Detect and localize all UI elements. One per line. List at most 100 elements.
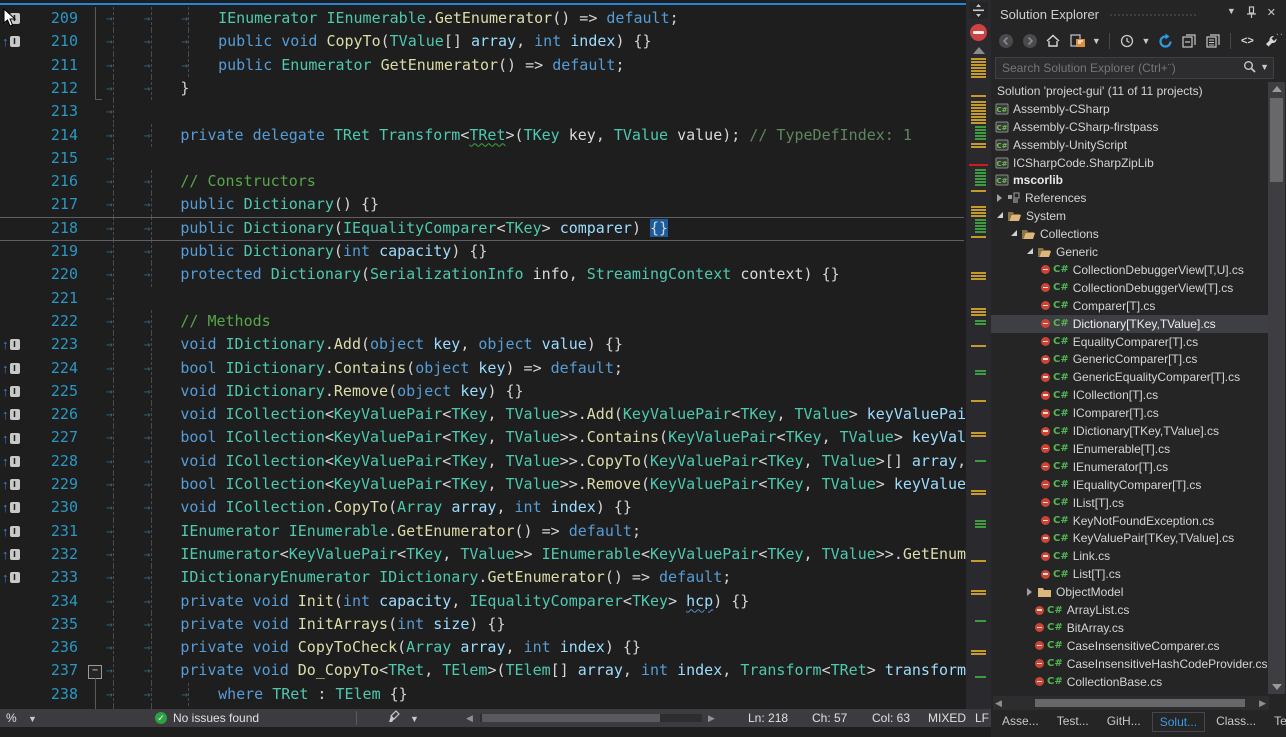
code-line-211[interactable]: 211→→→public Enumerator GetEnumerator() … <box>0 54 966 77</box>
tree-item-iequalitycomparer-t-cs[interactable]: C#IEqualityComparer[T].cs <box>991 476 1268 494</box>
tree-item-list-t-cs[interactable]: C#List[T].cs <box>991 565 1268 583</box>
implements-interface-glyph[interactable]: ↑I <box>2 450 22 473</box>
tree-item-collections[interactable]: Collections <box>991 225 1268 243</box>
tree-item-icomparer-t-cs[interactable]: C#IComparer[T].cs <box>991 404 1268 422</box>
collapsed-arrow-icon[interactable] <box>997 194 1002 202</box>
filter-dropdown-icon[interactable]: ▼ <box>1142 36 1151 46</box>
code-line-224[interactable]: 224→→bool IDictionary.Contains(object ke… <box>0 357 966 380</box>
tree-item-keynotfoundexception-cs[interactable]: C#KeyNotFoundException.cs <box>991 512 1268 530</box>
tool-window-tab-solut[interactable]: Solut... <box>1152 712 1205 732</box>
split-window-handle[interactable] <box>969 2 988 19</box>
code-line-209[interactable]: 209→→→IEnumerator IEnumerable.GetEnumera… <box>0 7 966 30</box>
tree-item-system[interactable]: System <box>991 207 1268 225</box>
code-line-218[interactable]: 218→→public Dictionary(IEqualityComparer… <box>0 217 966 240</box>
code-line-225[interactable]: 225→→void IDictionary.Remove(object key)… <box>0 380 966 403</box>
collapsed-arrow-icon[interactable] <box>1027 588 1032 596</box>
tree-item-ilist-t-cs[interactable]: C#IList[T].cs <box>991 494 1268 512</box>
code-line-217[interactable]: 217→→public Dictionary() {} <box>0 193 966 216</box>
panel-drag-grip[interactable] <box>1109 13 1197 18</box>
implements-interface-glyph[interactable]: ↑I <box>2 520 22 543</box>
expanded-arrow-icon[interactable] <box>1027 248 1033 254</box>
implements-interface-glyph[interactable]: ↑I <box>2 473 22 496</box>
code-line-216[interactable]: 216→→// Constructors <box>0 170 966 193</box>
issues-status-text[interactable]: No issues found <box>173 709 259 727</box>
code-line-220[interactable]: 220→→protected Dictionary(SerializationI… <box>0 263 966 286</box>
search-icon[interactable] <box>1243 60 1256 73</box>
tool-window-tab-gith[interactable]: GitH... <box>1100 712 1148 732</box>
code-line-231[interactable]: 231→→IEnumerator IEnumerable.GetEnumerat… <box>0 520 966 543</box>
tree-item-assembly-unityscript[interactable]: C#Assembly-UnityScript <box>991 136 1268 154</box>
code-line-234[interactable]: 234→→private void Init(int capacity, IEq… <box>0 590 966 613</box>
code-line-213[interactable]: 213→ <box>0 100 966 123</box>
code-line-230[interactable]: 230→→void ICollection.CopyTo(Array array… <box>0 496 966 519</box>
implements-interface-glyph[interactable]: ↑I <box>2 426 22 449</box>
tree-scroll-right-arrow[interactable]: ▶ <box>1259 698 1266 709</box>
tree-hscroll-thumb[interactable] <box>1035 699 1245 707</box>
sync-active-document-icon[interactable] <box>1068 32 1086 50</box>
tree-item-objectmodel[interactable]: ObjectModel <box>991 583 1268 601</box>
code-line-229[interactable]: 229→→bool ICollection<KeyValuePair<TKey,… <box>0 473 966 496</box>
tool-window-tab-asse[interactable]: Asse... <box>995 712 1046 732</box>
code-line-215[interactable]: 215→ <box>0 147 966 170</box>
sync-dropdown-icon[interactable]: ▼ <box>1092 36 1101 46</box>
code-line-219[interactable]: 219→→public Dictionary(int capacity) {} <box>0 240 966 263</box>
code-line-238[interactable]: 238→→→where TRet : TElem {} <box>0 683 966 706</box>
toolbar-overflow-icon[interactable]: .. <box>1276 26 1284 38</box>
expanded-arrow-icon[interactable] <box>997 212 1003 218</box>
tool-window-tab-test[interactable]: Test... <box>1050 712 1096 732</box>
code-lines[interactable]: 209→→→IEnumerator IEnumerable.GetEnumera… <box>0 7 966 729</box>
editor-vertical-scrollbar[interactable] <box>966 0 991 737</box>
status-line-number[interactable]: Ln: 218 <box>748 709 788 727</box>
code-line-228[interactable]: 228→→void ICollection<KeyValuePair<TKey,… <box>0 450 966 473</box>
home-icon[interactable] <box>1044 32 1062 50</box>
h-scroll-left-arrow[interactable]: ◀ <box>466 709 473 727</box>
code-line-237[interactable]: 237→→private void Do_CopyTo<TRet, TElem>… <box>0 659 966 682</box>
tree-item-assembly-csharp[interactable]: C#Assembly-CSharp <box>991 100 1268 118</box>
zoom-level-control[interactable]: % <box>6 709 17 727</box>
show-all-files-icon[interactable] <box>1204 32 1222 50</box>
forward-icon[interactable] <box>1021 32 1039 50</box>
implements-interface-glyph[interactable]: ↑I <box>2 496 22 519</box>
tree-item-equalitycomparer-t-cs[interactable]: C#EqualityComparer[T].cs <box>991 333 1268 351</box>
editor-horizontal-scrollbar[interactable] <box>480 714 702 722</box>
h-scroll-right-arrow[interactable]: ▶ <box>708 709 715 727</box>
tree-item-references[interactable]: References <box>991 189 1268 207</box>
tree-item-ienumerator-t-cs[interactable]: C#IEnumerator[T].cs <box>991 458 1268 476</box>
collapse-all-icon[interactable] <box>1180 32 1198 50</box>
code-line-232[interactable]: 232→→IEnumerator<KeyValuePair<TKey, TVal… <box>0 543 966 566</box>
tree-vertical-scrollbar[interactable] <box>1268 82 1285 694</box>
tree-item-caseinsensitivehashcodeprovider-cs[interactable]: C#CaseInsensitiveHashCodeProvider.cs <box>991 655 1268 673</box>
code-cleanup-dropdown-icon[interactable]: ▼ <box>410 710 419 728</box>
tree-item-comparer-t-cs[interactable]: C#Comparer[T].cs <box>991 297 1268 315</box>
implements-interface-glyph[interactable]: ↑I <box>2 566 22 589</box>
status-line-ending[interactable]: LF <box>975 709 989 727</box>
pending-changes-filter-icon[interactable] <box>1118 32 1136 50</box>
tree-item-assembly-csharp-firstpass[interactable]: C#Assembly-CSharp-firstpass <box>991 118 1268 136</box>
code-editor[interactable]: 209→→→IEnumerator IEnumerable.GetEnumera… <box>0 0 991 737</box>
code-line-222[interactable]: 222→→// Methods <box>0 310 966 333</box>
status-indentation-mode[interactable]: MIXED <box>928 709 966 727</box>
tree-vscroll-thumb[interactable] <box>1270 98 1283 182</box>
code-line-214[interactable]: 214→→private delegate TRet Transform<TRe… <box>0 124 966 147</box>
tree-item-arraylist-cs[interactable]: C#ArrayList.cs <box>991 601 1268 619</box>
tree-item-collectiondebuggerview-t-u-cs[interactable]: C#CollectionDebuggerView[T,U].cs <box>991 261 1268 279</box>
code-cleanup-broom-icon[interactable] <box>388 710 402 724</box>
implements-interface-glyph[interactable]: ↑I <box>2 380 22 403</box>
tree-scroll-left-arrow[interactable]: ◀ <box>995 698 1002 709</box>
tree-item-bitarray-cs[interactable]: C#BitArray.cs <box>991 619 1268 637</box>
tree-item-keyvaluepair-tkey-tvalue-cs[interactable]: C#KeyValuePair[TKey,TValue].cs <box>991 530 1268 548</box>
code-line-210[interactable]: 210→→→public void CopyTo(TValue[] array,… <box>0 30 966 53</box>
implements-interface-glyph[interactable]: ↑I <box>2 333 22 356</box>
window-position-dropdown-icon[interactable]: ▼ <box>1227 6 1236 19</box>
code-line-227[interactable]: 227→→bool ICollection<KeyValuePair<TKey,… <box>0 426 966 449</box>
expanded-arrow-icon[interactable] <box>1011 230 1017 236</box>
tree-item-idictionary-tkey-tvalue-cs[interactable]: C#IDictionary[TKey,TValue].cs <box>991 422 1268 440</box>
code-line-223[interactable]: 223→→void IDictionary.Add(object key, ob… <box>0 333 966 356</box>
code-line-235[interactable]: 235→→private void InitArrays(int size) {… <box>0 613 966 636</box>
tree-item-caseinsensitivecomparer-cs[interactable]: C#CaseInsensitiveComparer.cs <box>991 637 1268 655</box>
tree-item-collectiondebuggerview-t-cs[interactable]: C#CollectionDebuggerView[T].cs <box>991 279 1268 297</box>
tool-window-tab-class[interactable]: Class... <box>1209 712 1263 732</box>
code-line-221[interactable]: 221→ <box>0 287 966 310</box>
code-line-226[interactable]: 226→→void ICollection<KeyValuePair<TKey,… <box>0 403 966 426</box>
status-column[interactable]: Col: 63 <box>872 709 910 727</box>
